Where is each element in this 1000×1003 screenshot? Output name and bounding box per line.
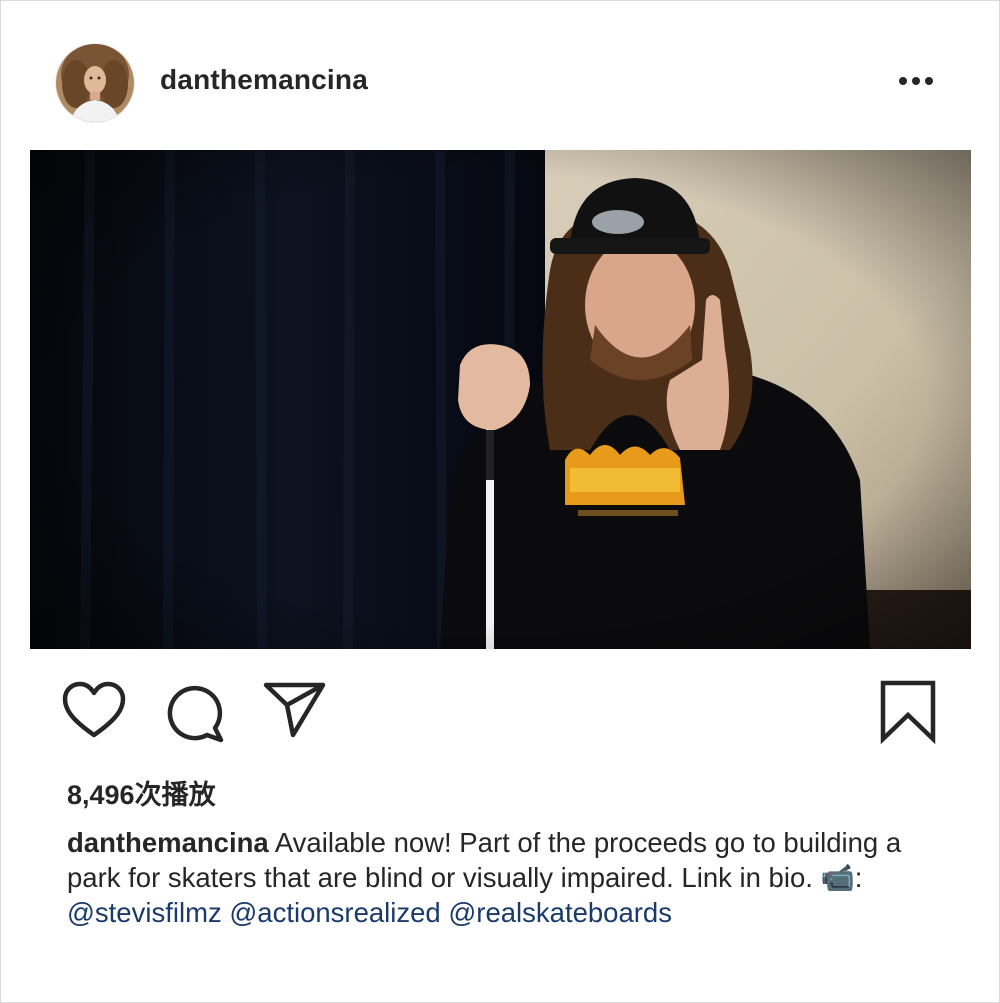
- paper-plane-icon: [263, 682, 326, 738]
- post-caption: danthemancina Available now! Part of the…: [67, 825, 957, 930]
- share-button[interactable]: [263, 681, 327, 739]
- view-count: 8,496次播放: [67, 780, 216, 810]
- comment-button[interactable]: [163, 681, 227, 743]
- post-card: danthemancina 8,496次播放 danthemancina Ava…: [0, 0, 1000, 1003]
- save-button[interactable]: [877, 679, 939, 745]
- mention-link[interactable]: @actionsrealized: [229, 897, 440, 928]
- bookmark-icon: [880, 680, 936, 745]
- caption-username[interactable]: danthemancina: [67, 827, 269, 858]
- caption-colon: :: [854, 862, 863, 893]
- like-button[interactable]: [61, 681, 127, 741]
- more-horizontal-icon: [899, 77, 933, 85]
- more-options-button[interactable]: [891, 63, 941, 99]
- video-frame: [30, 150, 971, 649]
- post-video[interactable]: [30, 150, 971, 649]
- avatar[interactable]: [55, 43, 135, 123]
- avatar-photo: [56, 44, 134, 122]
- video-camera-emoji-icon: 📹: [820, 862, 855, 893]
- mention-link[interactable]: @stevisfilmz: [67, 897, 222, 928]
- comment-bubble-icon: [167, 685, 224, 743]
- mention-link[interactable]: @realskateboards: [448, 897, 672, 928]
- heart-icon: [62, 681, 126, 738]
- post-username[interactable]: danthemancina: [160, 64, 368, 96]
